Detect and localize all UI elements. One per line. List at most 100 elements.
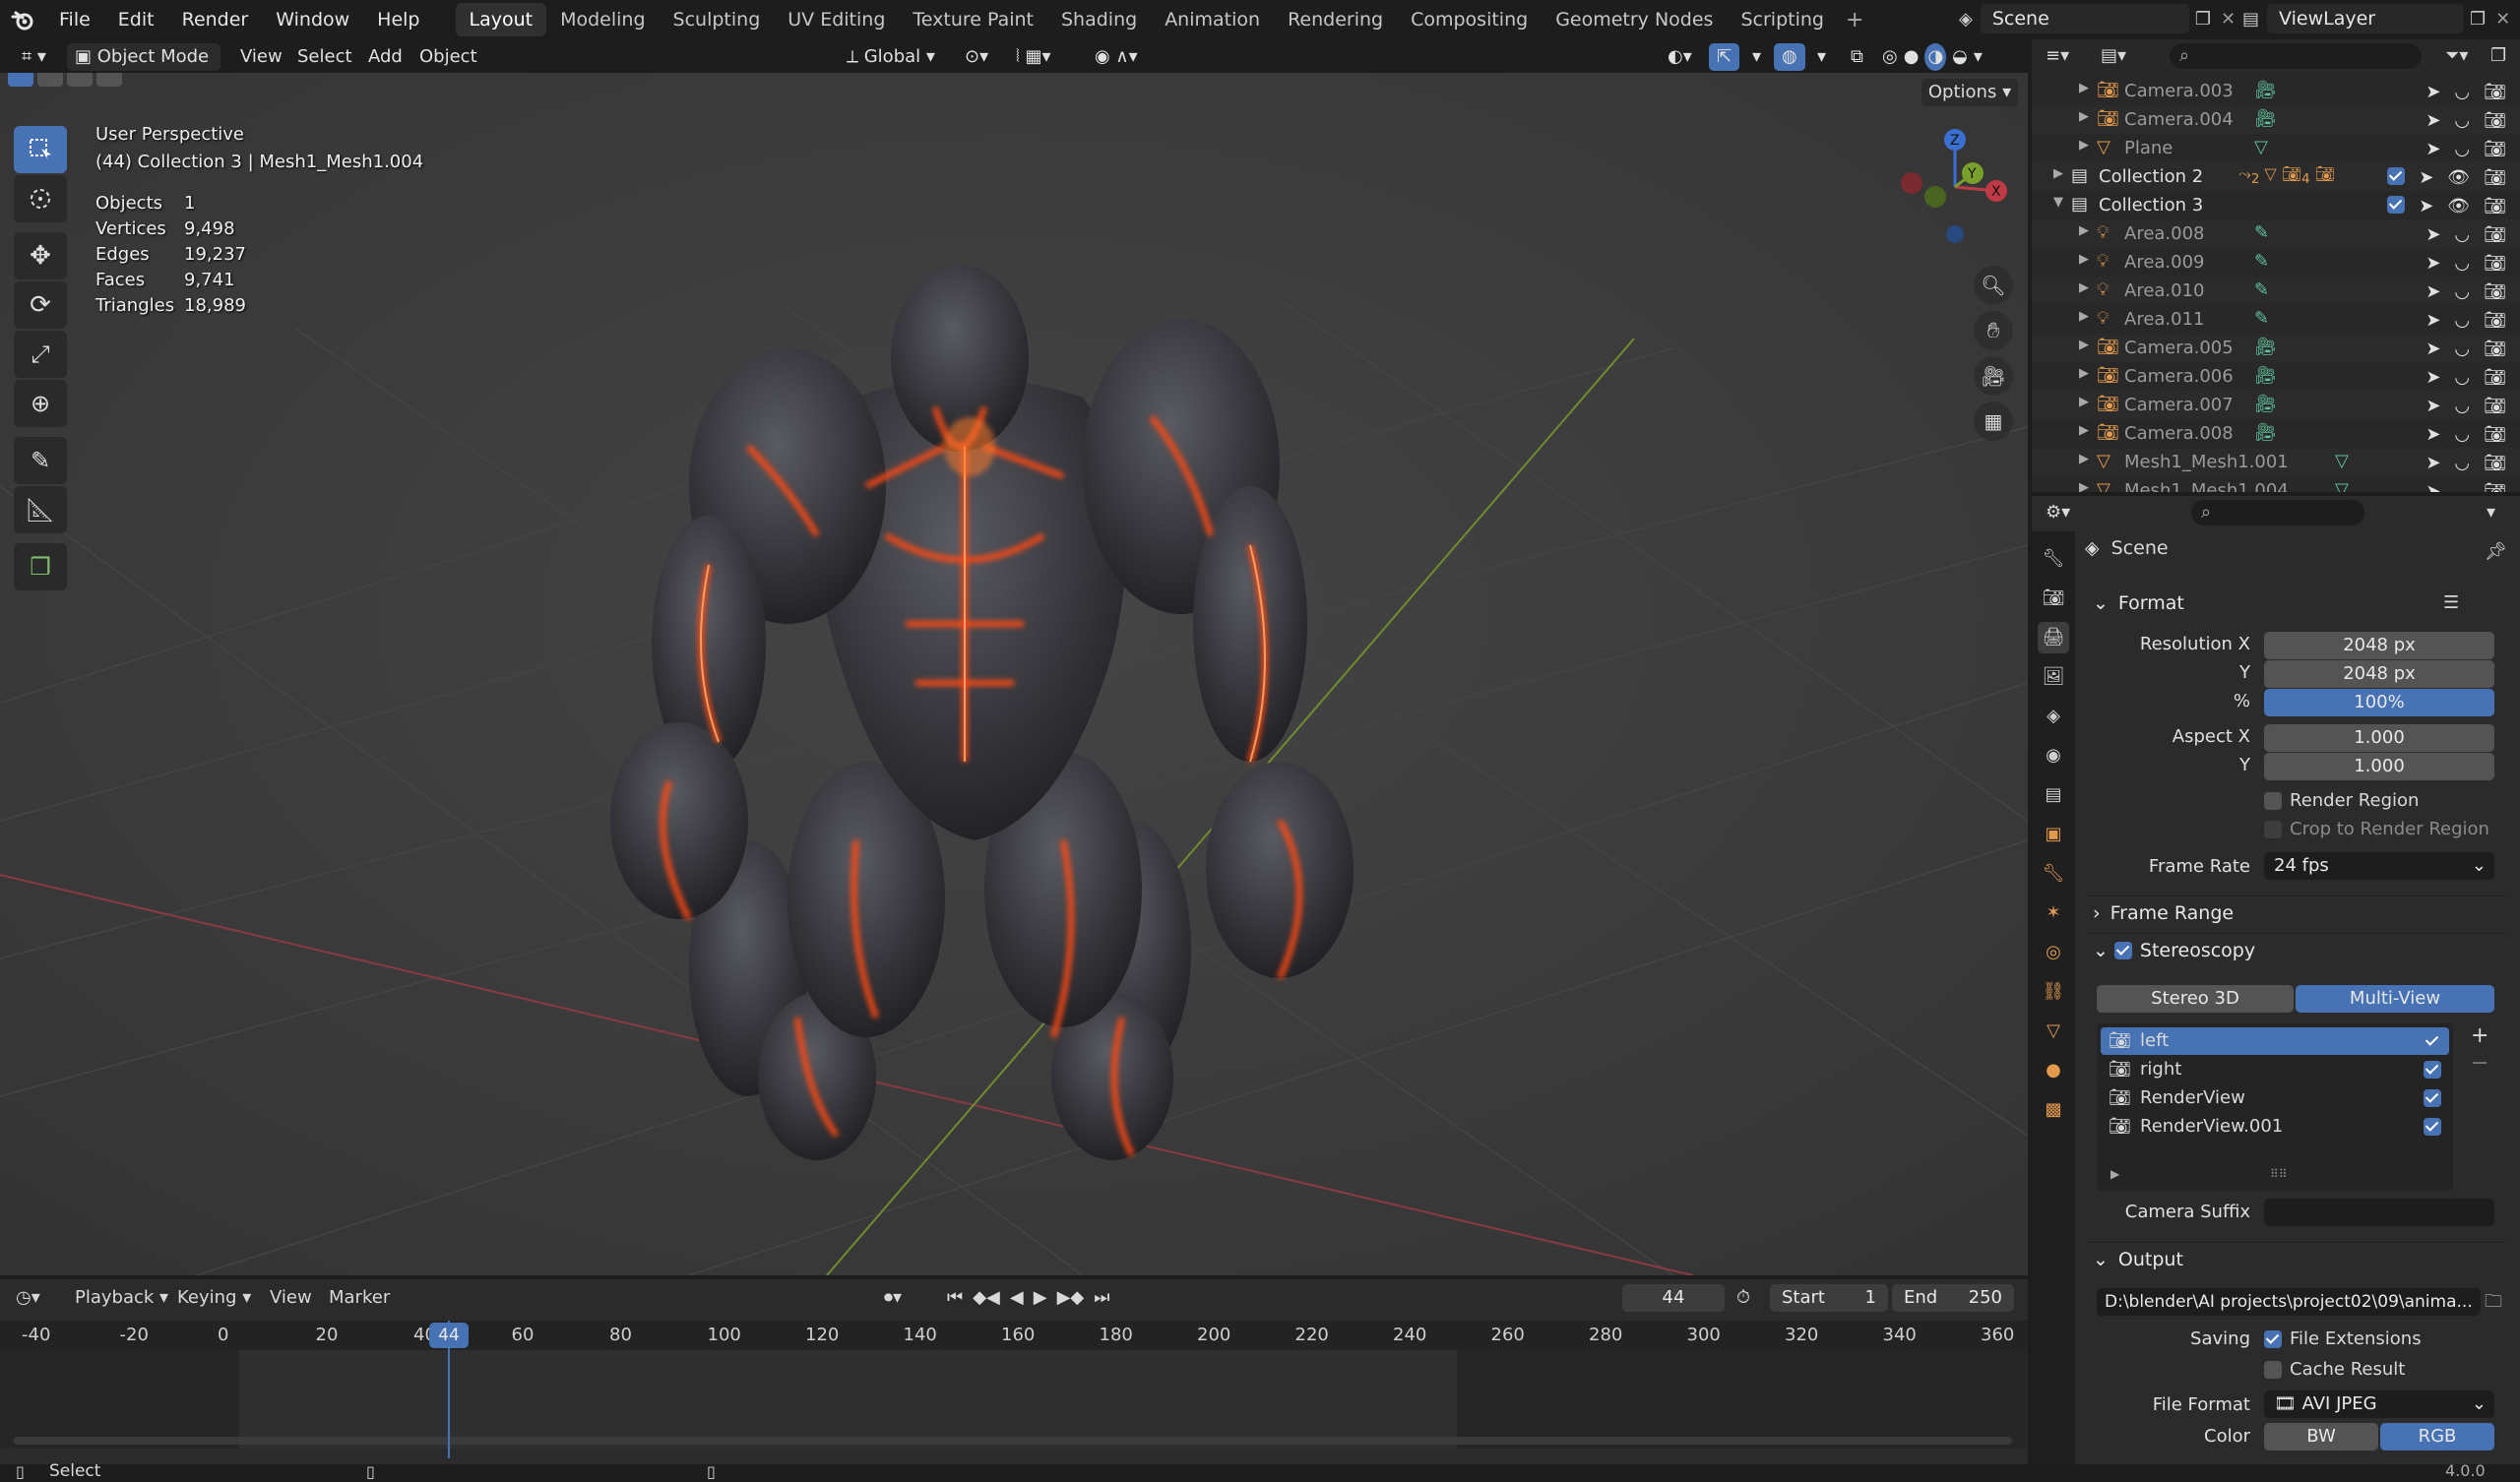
tab-geometry-nodes[interactable]: Geometry Nodes	[1542, 3, 1727, 36]
new-scene-icon[interactable]: ❐	[2195, 9, 2211, 30]
view-enabled-checkbox[interactable]	[2424, 1061, 2441, 1079]
outliner-item[interactable]: ▶ ▽ Mesh1_Mesh1.001 ▽ ➤ ◡ 📷︎	[2032, 448, 2520, 476]
select-invert-icon[interactable]	[96, 73, 122, 87]
properties-editor-type-icon[interactable]: ⚙▾	[2046, 502, 2070, 523]
tab-sculpting[interactable]: Sculpting	[660, 3, 775, 36]
jump-start-icon[interactable]: ⏮	[947, 1287, 963, 1308]
rendered-shading-icon[interactable]: ◒	[1952, 43, 1968, 71]
zoom-icon[interactable]: 🔍︎	[1974, 266, 2013, 305]
chevron-right-icon[interactable]: ▶	[2079, 280, 2089, 295]
select-arrow-icon[interactable]: ➤	[2426, 367, 2440, 388]
exclude-checkbox[interactable]	[2387, 196, 2406, 214]
chevron-right-icon[interactable]: ▶	[2079, 452, 2089, 466]
view-enabled-checkbox[interactable]	[2424, 1118, 2441, 1136]
playhead-frame-label[interactable]: 44	[429, 1323, 469, 1348]
output-panel-header[interactable]: ⌄ Output	[2085, 1242, 2508, 1275]
render-camera-icon[interactable]: 📷︎	[2484, 253, 2506, 274]
stereo-3d-tab[interactable]: Stereo 3D	[2097, 985, 2294, 1013]
crop-region-checkbox[interactable]: Crop to Render Region	[2264, 819, 2489, 839]
stereoscopy-checkbox[interactable]	[2113, 941, 2132, 959]
camera-suffix-input[interactable]	[2264, 1199, 2494, 1226]
outliner-item[interactable]: ▶ 📷︎ Camera.005 🎥︎ ➤ ◡ 📷︎	[2032, 334, 2520, 362]
render-camera-icon[interactable]: 📷︎	[2484, 82, 2506, 102]
modifier-icon[interactable]: 🔧︎	[2038, 858, 2069, 890]
render-camera-icon[interactable]: 📷︎	[2484, 310, 2506, 331]
gizmo-toggle-icon[interactable]: ⇱	[1709, 43, 1740, 71]
eye-icon[interactable]: ◡	[2454, 224, 2470, 245]
chevron-right-icon[interactable]: ▶	[2079, 81, 2089, 95]
snap-icon[interactable]: ⦚ ▦▾	[1008, 43, 1059, 71]
view-item[interactable]: 📷︎ left	[2101, 1027, 2449, 1055]
properties-options-icon[interactable]: ▾	[2487, 502, 2495, 523]
resize-grip-icon[interactable]: ⠿⠿	[2270, 1167, 2288, 1181]
select-arrow-icon[interactable]: ➤	[2419, 196, 2433, 216]
timeline-scrollbar[interactable]	[14, 1437, 2012, 1445]
overlay-dropdown-icon[interactable]: ▾	[1809, 43, 1834, 71]
eye-icon[interactable]: ◡	[2454, 424, 2470, 445]
chevron-right-icon[interactable]: ▶	[2079, 309, 2089, 324]
scene-name-field[interactable]: Scene	[1980, 4, 2189, 33]
select-arrow-icon[interactable]: ➤	[2426, 396, 2440, 416]
tool-icon[interactable]: 🔧︎	[2038, 543, 2069, 575]
eye-icon[interactable]: ◡	[2454, 396, 2470, 416]
stereoscopy-panel-header[interactable]: ⌄ Stereoscopy	[2085, 933, 2508, 966]
outliner-item[interactable]: ▶ 📷︎ Camera.007 🎥︎ ➤ ◡ 📷︎	[2032, 391, 2520, 419]
chevron-down-icon[interactable]: ▼	[2053, 195, 2063, 210]
play-reverse-icon[interactable]: ◀	[1010, 1287, 1024, 1308]
tab-scripting[interactable]: Scripting	[1727, 3, 1838, 36]
gizmo-dropdown-icon[interactable]: ▾	[1744, 43, 1769, 71]
chevron-right-icon[interactable]: ▶	[2079, 252, 2089, 267]
outliner-item[interactable]: ▶ 💡︎ Area.010 ✎ ➤ ◡ 📷︎	[2032, 277, 2520, 305]
resolution-x-field[interactable]: 2048 px	[2264, 632, 2494, 659]
pin-icon[interactable]: 📌︎	[2485, 541, 2507, 562]
scale-tool-icon[interactable]: ⤢	[14, 331, 67, 378]
aspect-y-field[interactable]: 1.000	[2264, 753, 2494, 780]
texture-icon[interactable]: ▩	[2038, 1094, 2069, 1126]
eye-icon[interactable]: ◡	[2454, 253, 2470, 274]
navigation-gizmo[interactable]: Z X Y	[1890, 122, 2018, 250]
resolution-y-field[interactable]: 2048 px	[2264, 660, 2494, 688]
render-camera-icon[interactable]: 📷︎	[2484, 367, 2506, 388]
render-camera-icon[interactable]: 📷︎	[2484, 281, 2506, 302]
render-camera-icon[interactable]: 📷︎	[2484, 424, 2506, 445]
folder-icon[interactable]: 🗀	[2485, 1289, 2502, 1319]
blender-logo-icon[interactable]	[0, 9, 45, 31]
outliner-item[interactable]: ▶ 📷︎ Camera.008 🎥︎ ➤ ◡ 📷︎	[2032, 419, 2520, 448]
transform-tool-icon[interactable]: ⊕	[14, 380, 67, 427]
aspect-x-field[interactable]: 1.000	[2264, 724, 2494, 752]
collection-icon[interactable]: ▤	[2038, 779, 2069, 811]
new-viewlayer-icon[interactable]: ❐	[2470, 9, 2486, 30]
cache-result-checkbox[interactable]: Cache Result	[2264, 1359, 2405, 1380]
annotate-tool-icon[interactable]: ✎	[14, 437, 67, 484]
add-menu[interactable]: Add	[360, 43, 410, 71]
object-icon[interactable]: ▣	[2038, 819, 2069, 850]
eye-icon[interactable]: ◡	[2454, 339, 2470, 359]
tab-compositing[interactable]: Compositing	[1397, 3, 1542, 36]
eye-icon[interactable]: ◡	[2454, 82, 2470, 102]
multi-view-tab[interactable]: Multi-View	[2296, 985, 2494, 1013]
file-format-dropdown[interactable]: 🎞︎ AVI JPEG ⌄	[2264, 1390, 2494, 1418]
frame-rate-dropdown[interactable]: 24 fps ⌄	[2264, 852, 2494, 880]
exclude-checkbox[interactable]	[2387, 167, 2406, 185]
eye-icon[interactable]: 👁︎	[2447, 196, 2470, 216]
material-icon[interactable]: ●	[2038, 1055, 2069, 1086]
tab-rendering[interactable]: Rendering	[1274, 3, 1397, 36]
outliner-search-input[interactable]: ⌕	[2170, 43, 2422, 69]
chevron-right-icon[interactable]: ▶	[2079, 480, 2089, 492]
outliner-item[interactable]: ▶ ▽ Mesh1_Mesh1.004 ▽ ➤ ◡ 📷︎	[2032, 476, 2520, 492]
render-camera-icon[interactable]: 📷︎	[2484, 339, 2506, 359]
chevron-right-icon[interactable]: ▶	[2079, 109, 2089, 124]
jump-end-icon[interactable]: ⏭	[1094, 1287, 1109, 1308]
stopwatch-icon[interactable]: ⏱	[1736, 1287, 1750, 1308]
menu-help[interactable]: Help	[363, 0, 433, 39]
render-camera-icon[interactable]: 📷︎	[2484, 196, 2506, 216]
outliner-item[interactable]: ▶ 📷︎ Camera.004 🎥︎ ➤ ◡ 📷︎	[2032, 105, 2520, 134]
tab-uv-editing[interactable]: UV Editing	[774, 3, 899, 36]
tab-animation[interactable]: Animation	[1151, 3, 1274, 36]
select-new-icon[interactable]	[8, 73, 33, 87]
solid-shading-icon[interactable]: ●	[1904, 43, 1920, 71]
outliner-item[interactable]: ▶ 📷︎ Camera.003 🎥︎ ➤ ◡ 📷︎	[2032, 77, 2520, 105]
material-shading-icon[interactable]: ◑	[1924, 43, 1947, 71]
select-menu[interactable]: Select	[289, 43, 360, 71]
eye-icon[interactable]: ◡	[2454, 110, 2470, 131]
